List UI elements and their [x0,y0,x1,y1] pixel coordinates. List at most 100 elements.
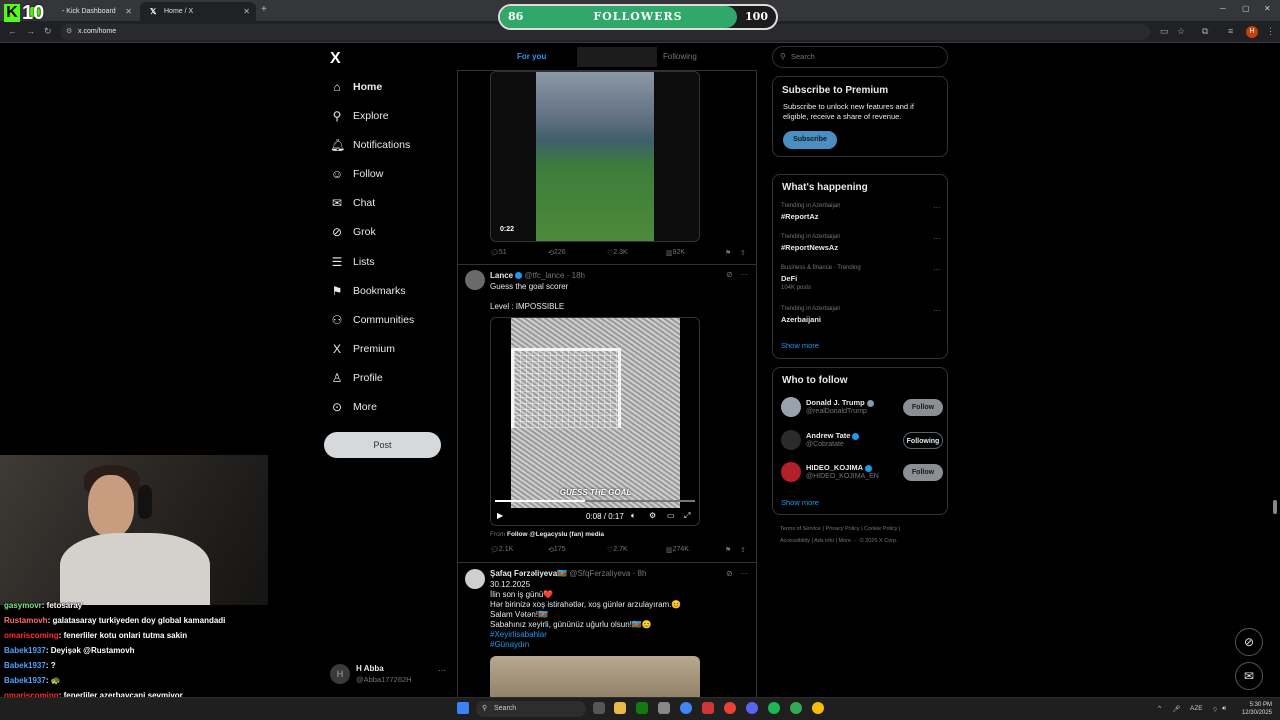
grok-float-icon[interactable]: ⊘ [1235,628,1263,656]
more-icon[interactable]: ··· [933,234,941,243]
post-author-handle[interactable]: @SfqFerzaliyeva [569,569,630,578]
subscribe-button[interactable]: Subscribe [783,131,837,149]
more-icon[interactable]: ··· [933,203,941,212]
nav-item-communities[interactable]: ⚇ Communities [330,309,415,331]
chat-username[interactable]: gasymovr [4,601,42,610]
footer-links[interactable]: Terms of Service | Privacy Policy | Cook… [780,526,900,532]
suggested-user[interactable]: Andrew Tate @Cobratate Following [781,428,943,454]
bookmark-star-icon[interactable]: ☆ [1177,26,1185,37]
play-icon[interactable]: ▶ [497,511,503,520]
views-button[interactable]: ▥ 274K [666,546,689,554]
site-info-icon[interactable]: ⚙ [66,24,72,40]
forward-icon[interactable]: → [26,26,35,36]
taskbar-search[interactable]: ⚲ Search [476,701,586,717]
views-button[interactable]: ▥ 92K [666,249,685,257]
nav-item-chat[interactable]: ✉ Chat [330,192,375,214]
account-switcher[interactable]: H H Abba @Abba177262H ··· [330,662,450,688]
post-author-handle[interactable]: @tfc_lance [524,271,564,280]
chat-username[interactable]: Babek1937 [4,661,46,670]
search-input[interactable]: ⚲ Search [772,46,948,68]
scrollbar-thumb[interactable] [1273,500,1277,514]
like-button[interactable]: ♡ 2.7K [607,546,628,554]
avatar[interactable] [781,430,801,450]
nav-item-lists[interactable]: ☰ Lists [330,251,375,273]
hashtag-link[interactable]: #Günaydın [490,640,529,649]
reload-icon[interactable]: ↻ [44,26,52,37]
nav-item-premium[interactable]: X Premium [330,338,395,360]
suggested-user[interactable]: HIDEO_KOJIMA @HIDEO_KOJIMA_EN Follow [781,460,943,486]
post-video[interactable]: GUESS THE GOAL ▶ 0:08 / 0:17 🔈︎ ⚙ ▭ ⤢ [490,317,700,526]
back-icon[interactable]: ← [8,26,17,36]
follow-button[interactable]: Follow [903,464,943,481]
grok-icon[interactable]: ⊘ [726,270,733,279]
maximize-icon[interactable]: ▢ [1242,4,1250,13]
trend-item[interactable]: Business & finance · Trending DeFi 104K po… [781,265,941,291]
close-tab-icon[interactable]: ✕ [125,7,132,16]
avatar[interactable] [465,569,485,589]
reply-button[interactable]: 💬︎ 51 [490,249,507,257]
taskbar-clock[interactable]: 5:30 PM 12/30/2025 [1242,701,1272,717]
tab-for-you[interactable]: For you [517,52,546,61]
avatar[interactable] [781,397,801,417]
x-logo-icon[interactable]: X [330,50,341,68]
trend-item[interactable]: Trending in Azerbaijan Azerbaijani ··· [781,306,941,332]
following-button[interactable]: Following [903,432,943,449]
footer-links[interactable]: Accessibility | Ads info | More ··· © 20… [780,538,898,544]
hashtag-link[interactable]: #Xeyirlisabahlar [490,630,547,639]
nav-item-follow[interactable]: ☺ Follow [330,163,383,185]
more-icon[interactable]: ··· [933,306,941,315]
close-window-icon[interactable]: ✕ [1264,4,1271,13]
discord-icon[interactable] [746,702,758,714]
post-author-name[interactable]: Şafaq Fərzəliyeva🇦🇿 [490,569,567,578]
fullscreen-icon[interactable]: ⤢ [684,511,690,521]
post-author-name[interactable]: Lance [490,271,513,280]
avatar[interactable] [781,462,801,482]
app-icon[interactable] [702,702,714,714]
nav-item-more[interactable]: ⊙ More [330,396,377,418]
trend-item[interactable]: Trending in Azerbaijan #ReportAz ··· [781,203,941,229]
more-icon[interactable]: ··· [740,569,748,578]
chat-username[interactable]: Babek1937 [4,676,46,685]
reply-button[interactable]: 💬︎ 2.1K [490,546,513,554]
chrome-active-icon[interactable] [724,702,736,714]
nav-item-notifications[interactable]: 🔔︎ Notifications [330,134,410,156]
chat-username[interactable]: omariscoming [4,631,59,640]
messages-float-icon[interactable]: ✉ [1235,662,1263,690]
trend-item[interactable]: Trending in Azerbaijan #ReportNewsAz ··· [781,234,941,260]
post-video[interactable]: 0:22 [490,71,700,242]
nav-item-grok[interactable]: ⊘ Grok [330,221,376,243]
extensions-icon[interactable]: ⧉ [1202,26,1208,37]
show-more-link[interactable]: Show more [781,498,819,507]
volume-icon[interactable]: 🔊︎ [1222,705,1226,713]
chat-username[interactable]: Rustamovh [4,616,48,625]
pip-icon[interactable]: ▭ [667,511,675,520]
chrome-profile-icon[interactable] [790,702,802,714]
nav-item-explore[interactable]: ⚲ Explore [330,105,389,127]
file-explorer-icon[interactable] [614,702,626,714]
xbox-icon[interactable] [636,702,648,714]
post-image[interactable] [490,656,700,701]
store-icon[interactable] [658,702,670,714]
share-icon[interactable]: ⇪ [740,546,746,554]
new-tab-button[interactable]: + [261,4,267,15]
chat-username[interactable]: Babek1937 [4,646,46,655]
tab-following[interactable]: Following [663,52,697,61]
spotify-icon[interactable] [768,702,780,714]
repost-button[interactable]: ⟲ 175 [548,546,566,554]
video-progress-bar[interactable] [495,500,695,502]
tray-mic-icon[interactable]: 🎤︎ [1172,705,1180,713]
follow-button[interactable]: Follow [903,399,943,416]
close-tab-icon[interactable]: ✕ [243,7,250,16]
attribution-link[interactable]: Follow @Legacyslu (fan) media [507,531,604,538]
task-view-icon[interactable] [593,702,605,714]
avatar[interactable] [465,270,485,290]
volume-icon[interactable]: 🔈︎ [631,511,636,521]
browser-menu-icon[interactable]: ⋮ [1266,26,1275,37]
minimize-icon[interactable]: ─ [1220,4,1226,13]
chrome-profile-2-icon[interactable] [812,702,824,714]
share-icon[interactable]: ⇪ [740,249,746,257]
chrome-icon[interactable] [680,702,692,714]
show-more-link[interactable]: Show more [781,341,819,350]
bookmark-icon[interactable]: ⚑ [725,249,731,257]
more-icon[interactable]: ··· [740,270,748,279]
